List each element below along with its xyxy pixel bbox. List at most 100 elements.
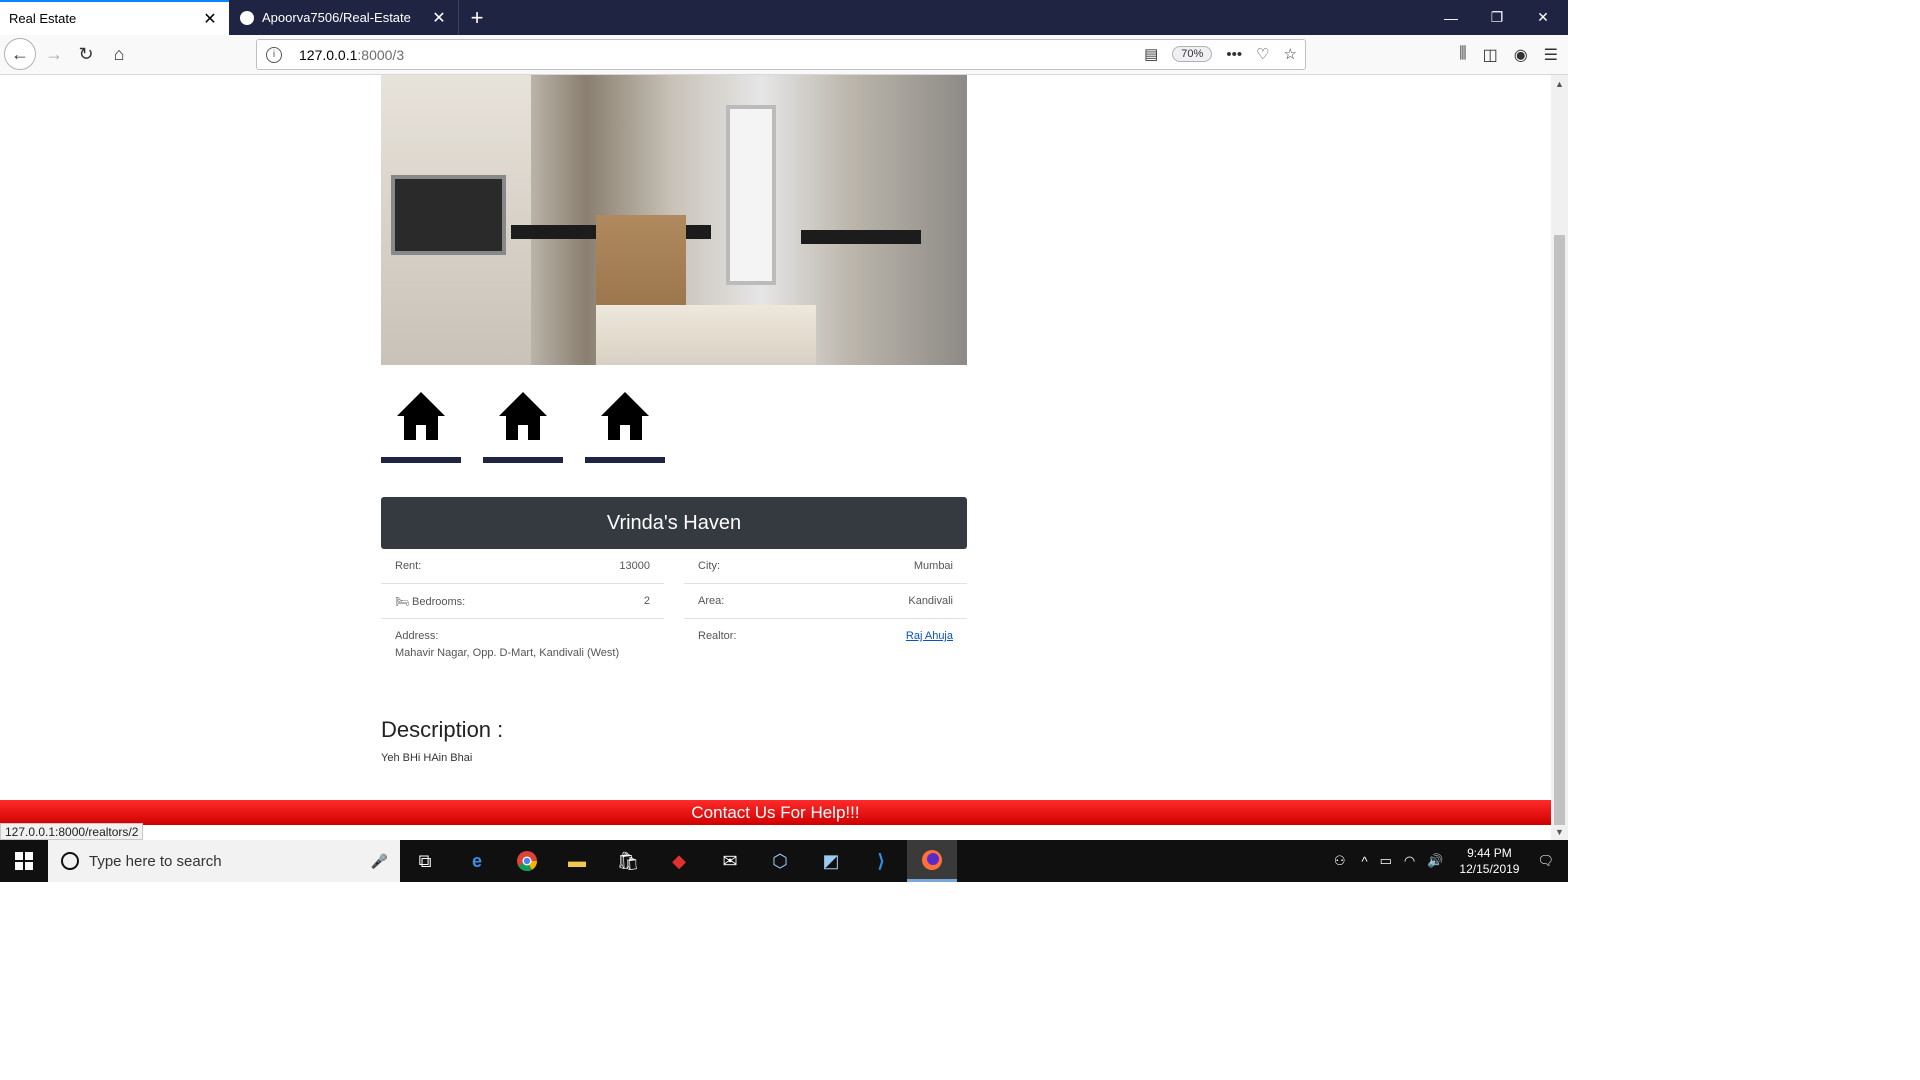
thumbnail-caption-bar: [483, 457, 563, 463]
tab-bar: Real Estate ✕ Apoorva7506/Real-Estate ✕ …: [0, 0, 1568, 35]
file-explorer-icon[interactable]: ▬: [552, 840, 602, 882]
listing-main-photo: [381, 75, 967, 365]
photo-door: [726, 105, 776, 285]
sidebar-icon[interactable]: ◫: [1483, 45, 1498, 65]
tab-github[interactable]: Apoorva7506/Real-Estate ✕: [229, 0, 459, 35]
description-text: Yeh BHi HAin Bhai: [381, 752, 473, 764]
page-scrollbar[interactable]: ▲ ▼: [1551, 75, 1568, 840]
listing-title: Vrinda's Haven: [381, 497, 967, 549]
back-button[interactable]: ←: [4, 38, 36, 70]
contact-footer[interactable]: Contact Us For Help!!!: [0, 800, 1551, 825]
forward-button[interactable]: →: [38, 38, 70, 70]
scrollbar-thumb[interactable]: [1554, 235, 1565, 825]
realtor-label: Realtor:: [698, 630, 737, 642]
notification-icon[interactable]: 🗨: [1537, 853, 1554, 869]
bookmark-star-icon[interactable]: ☆: [1284, 45, 1297, 63]
minimize-icon[interactable]: —: [1428, 0, 1474, 35]
people-icon[interactable]: ⚇: [1334, 853, 1346, 869]
url-path: :8000/3: [357, 46, 405, 63]
more-actions-icon[interactable]: •••: [1226, 46, 1242, 63]
thumbnail-caption-bar: [381, 457, 461, 463]
detail-row-rent: Rent: 13000: [381, 549, 664, 584]
detail-row-bedrooms: 🛏 Bedrooms: 2: [381, 584, 664, 619]
scroll-down-icon[interactable]: ▼: [1551, 823, 1568, 840]
home-button[interactable]: ⌂: [103, 38, 135, 70]
search-placeholder: Type here to search: [89, 852, 222, 870]
firefox-icon[interactable]: [907, 840, 957, 882]
page-viewport: Vrinda's Haven Rent: 13000 🛏 Bedrooms: 2…: [0, 75, 1551, 840]
store-icon[interactable]: 🛍: [603, 840, 653, 882]
city-value: Mumbai: [913, 560, 953, 572]
scroll-up-icon[interactable]: ▲: [1551, 75, 1568, 92]
reader-view-icon[interactable]: ▤: [1144, 45, 1158, 63]
clock-time: 9:44 PM: [1467, 846, 1512, 860]
thumbnail[interactable]: [483, 390, 563, 463]
menu-icon[interactable]: ☰: [1544, 45, 1558, 65]
detail-row-address: Address: Mahavir Nagar, Opp. D-Mart, Kan…: [381, 619, 664, 659]
area-label: Area:: [698, 595, 725, 607]
zoom-level[interactable]: 70%: [1172, 46, 1213, 62]
virtualbox-icon[interactable]: ⬡: [755, 840, 805, 882]
photo-microwave: [391, 175, 506, 255]
details-right-column: City: Mumbai Area: Kandivali Realtor: Ra…: [684, 549, 967, 642]
github-icon: [240, 10, 254, 25]
bedrooms-value: 2: [643, 595, 650, 607]
close-tab-icon[interactable]: ✕: [428, 7, 450, 29]
tab-real-estate[interactable]: Real Estate ✕: [0, 0, 229, 35]
tab-label: Real Estate: [9, 11, 77, 26]
volume-icon[interactable]: 🔊: [1427, 853, 1443, 869]
windows-logo-icon: [15, 852, 33, 870]
battery-icon[interactable]: ▭: [1380, 853, 1392, 869]
chrome-icon[interactable]: [502, 840, 552, 882]
library-icon[interactable]: ⫼: [1459, 45, 1466, 65]
microphone-icon[interactable]: 🎤: [371, 853, 388, 870]
url-host: 127.0.0.1: [299, 46, 358, 63]
start-button[interactable]: [0, 840, 48, 882]
new-tab-button[interactable]: +: [462, 0, 492, 35]
bedrooms-label: Bedrooms:: [412, 595, 466, 608]
detail-row-city: City: Mumbai: [684, 549, 967, 584]
close-tab-icon[interactable]: ✕: [199, 8, 221, 30]
tab-label: Apoorva7506/Real-Estate: [262, 10, 411, 25]
edge-icon[interactable]: e: [452, 840, 502, 882]
thumbnail-caption-bar: [585, 457, 665, 463]
thumbnail[interactable]: [585, 390, 665, 463]
photo-counter-right: [801, 230, 921, 244]
task-view-icon[interactable]: ⧉: [400, 840, 450, 882]
house-icon: [601, 392, 649, 440]
address-label: Address:: [395, 630, 439, 642]
photo-floor: [596, 305, 816, 365]
wifi-icon[interactable]: ◠: [1404, 853, 1415, 869]
rent-label: Rent:: [395, 560, 422, 572]
reload-button[interactable]: ↻: [70, 38, 102, 70]
detail-row-area: Area: Kandivali: [684, 584, 967, 619]
info-icon[interactable]: i: [266, 46, 282, 63]
app-icon[interactable]: ◩: [806, 840, 856, 882]
house-icon: [499, 392, 547, 440]
navigation-bar: ← → ↻ ⌂ i 127.0.0.1:8000/3 ▤ 70% ••• ♡ ☆…: [0, 35, 1568, 75]
bed-icon: 🛏: [395, 595, 409, 608]
restore-icon[interactable]: ❐: [1474, 0, 1520, 35]
vscode-icon[interactable]: ⟩: [856, 840, 906, 882]
clock-date: 12/15/2019: [1459, 862, 1520, 876]
account-icon[interactable]: ◉: [1514, 45, 1528, 65]
mail-icon[interactable]: ✉: [705, 840, 755, 882]
detail-row-realtor: Realtor: Raj Ahuja: [684, 619, 967, 642]
system-tray: ⚇ ^ ▭ ◠ 🔊 9:44 PM 12/15/2019 🗨: [1324, 840, 1568, 882]
thumbnail[interactable]: [381, 390, 461, 463]
url-bar[interactable]: i 127.0.0.1:8000/3 ▤ 70% ••• ♡ ☆: [256, 39, 1306, 70]
firefox-logo-icon: [922, 849, 942, 870]
cortana-icon: [61, 852, 79, 870]
rent-value: 13000: [619, 560, 650, 572]
chevron-up-icon[interactable]: ^: [1361, 854, 1367, 869]
chrome-logo-icon: [517, 851, 538, 872]
description-heading: Description :: [381, 717, 504, 742]
pocket-icon[interactable]: ♡: [1256, 45, 1269, 63]
thumbnail-strip: [381, 390, 665, 463]
status-url: 127.0.0.1:8000/realtors/2: [0, 823, 144, 840]
clock[interactable]: 9:44 PM 12/15/2019: [1459, 845, 1519, 877]
game-app-icon[interactable]: ◆: [654, 840, 704, 882]
realtor-link[interactable]: Raj Ahuja: [906, 630, 953, 642]
close-window-icon[interactable]: ✕: [1520, 0, 1566, 35]
taskbar-search[interactable]: Type here to search 🎤: [48, 840, 400, 882]
